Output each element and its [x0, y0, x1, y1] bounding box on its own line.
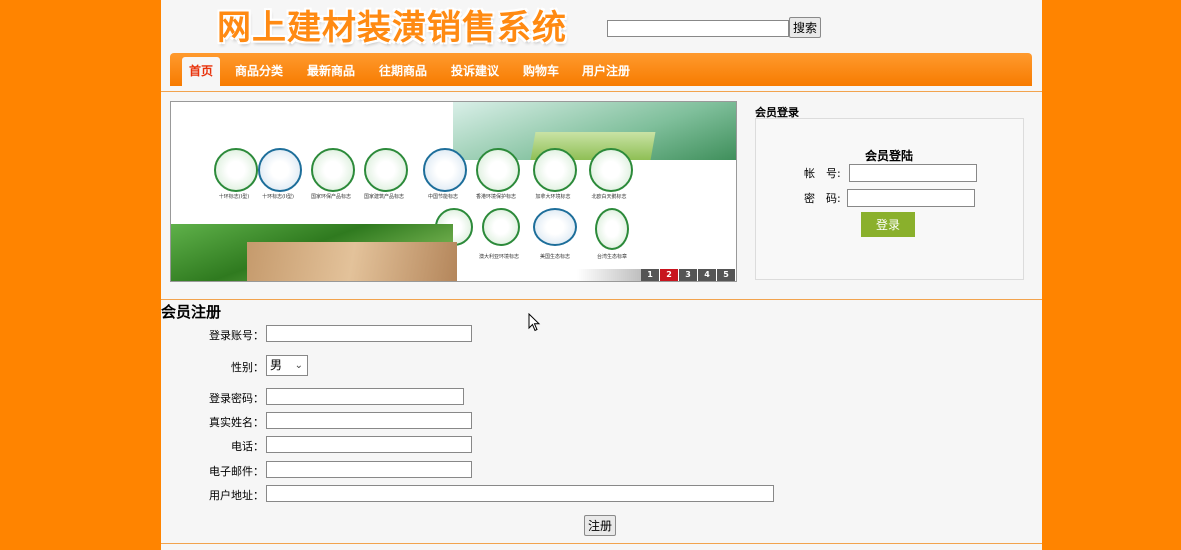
slide-indicator-1[interactable]: 1	[641, 269, 659, 281]
site-logo[interactable]: 网上建材装潢销售系统	[217, 8, 567, 48]
account-label: 帐 号:	[804, 167, 841, 180]
nav-item-categories[interactable]: 商品分类	[228, 57, 290, 86]
cert-logo-icon	[258, 148, 302, 192]
login-button[interactable]: 登录	[861, 212, 915, 237]
realname-label: 真实姓名：	[209, 416, 264, 429]
gender-select[interactable]: 男 ⌄	[266, 355, 308, 376]
cert-caption: 十环标志(II型)	[262, 194, 294, 200]
account-label: 登录账号：	[209, 329, 264, 342]
cert-caption: 台湾生态标章	[596, 254, 627, 260]
cert-logo-icon	[423, 148, 467, 192]
cert-caption: 国家环保产品标志	[310, 194, 351, 200]
login-panel: 会员登陆 帐 号: 密 码: 登录	[755, 118, 1024, 280]
password-label: 密 码:	[804, 192, 841, 205]
cert-caption: 加拿大环境标志	[535, 194, 571, 200]
page-container: 网上建材装潢销售系统 搜索 首页 商品分类 最新商品 往期商品 投诉建议 购物车…	[161, 0, 1042, 550]
cert-caption: 国家建筑产品标志	[363, 194, 404, 200]
login-password-input[interactable]	[847, 189, 975, 207]
nav-item-register[interactable]: 用户注册	[575, 57, 637, 86]
gender-label: 性别：	[231, 361, 264, 374]
register-phone-input[interactable]	[266, 436, 472, 453]
cert-logo-icon	[595, 208, 629, 250]
gender-value: 男	[270, 358, 283, 372]
footer-divider	[161, 543, 1042, 544]
cert-logo-icon	[311, 148, 355, 192]
search-button[interactable]: 搜索	[789, 17, 821, 38]
cert-logo-icon	[533, 208, 577, 246]
email-label: 电子邮件：	[209, 465, 264, 478]
password-label: 登录密码：	[209, 392, 264, 405]
cert-caption: 北欧白天鹅标志	[591, 194, 627, 200]
cert-logo-icon	[364, 148, 408, 192]
section-divider	[161, 299, 1042, 300]
register-title: 会员注册	[161, 303, 222, 321]
cert-caption: 中国节能标志	[427, 194, 458, 200]
nav-item-feedback[interactable]: 投诉建议	[444, 57, 506, 86]
nav-item-home[interactable]: 首页	[182, 57, 221, 86]
slider-bar	[577, 269, 643, 281]
cert-caption: 美国生态标志	[539, 254, 570, 260]
header-divider	[161, 91, 1042, 92]
nav-item-new-products[interactable]: 最新商品	[300, 57, 362, 86]
nav-item-cart[interactable]: 购物车	[516, 57, 566, 86]
cert-caption: 澳大利亚环境标志	[478, 254, 519, 260]
cert-caption: 香港环境保护标志	[475, 194, 516, 200]
search-input[interactable]	[607, 20, 789, 37]
slide-indicator-5[interactable]: 5	[717, 269, 735, 281]
cert-logo-icon	[533, 148, 577, 192]
slide-indicator-4[interactable]: 4	[698, 269, 716, 281]
address-label: 用户地址：	[209, 489, 264, 502]
register-address-input[interactable]	[266, 485, 774, 502]
banner-slideshow[interactable]: 十环标志(I型) 十环标志(II型) 国家环保产品标志 国家建筑产品标志 中国节…	[170, 101, 737, 282]
slide-indicator-3[interactable]: 3	[679, 269, 697, 281]
cert-logo-icon	[482, 208, 520, 246]
slide-indicator-2[interactable]: 2	[660, 269, 678, 281]
login-account-input[interactable]	[849, 164, 977, 182]
register-realname-input[interactable]	[266, 412, 472, 429]
mouse-cursor-icon	[528, 313, 541, 332]
register-email-input[interactable]	[266, 461, 472, 478]
banner-wood-image	[247, 242, 457, 281]
login-title: 会员登陆	[865, 149, 914, 163]
register-password-input[interactable]	[266, 388, 464, 405]
register-account-input[interactable]	[266, 325, 472, 342]
chevron-down-icon: ⌄	[294, 360, 303, 371]
register-submit-button[interactable]: 注册	[584, 515, 616, 536]
cert-logo-icon	[214, 148, 258, 192]
nav-item-past-products[interactable]: 往期商品	[372, 57, 434, 86]
phone-label: 电话：	[231, 440, 264, 453]
cert-logo-icon	[589, 148, 633, 192]
cert-logo-icon	[476, 148, 520, 192]
main-nav: 首页 商品分类 最新商品 往期商品 投诉建议 购物车 用户注册	[170, 53, 1032, 86]
